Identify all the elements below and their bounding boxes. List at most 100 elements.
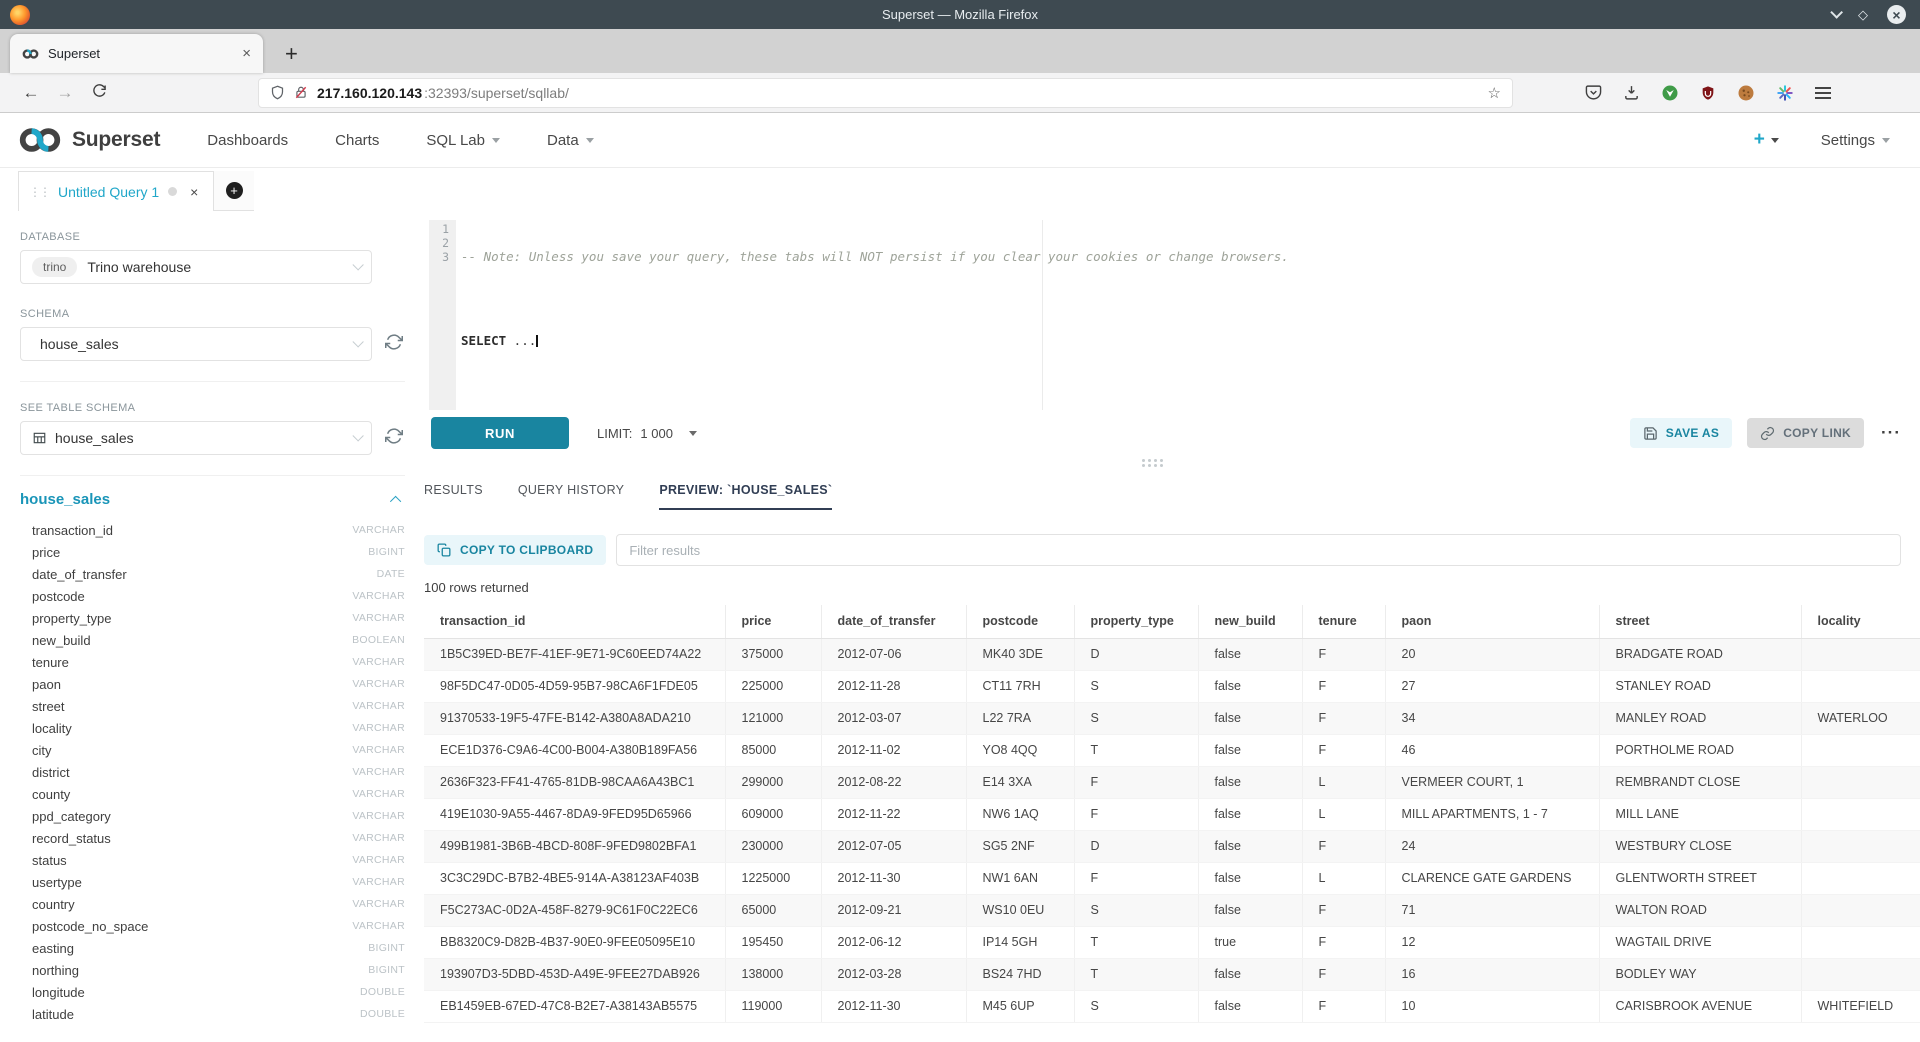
new-query-tab-button[interactable]: +: [214, 171, 254, 211]
table-row[interactable]: 91370533-19F5-47FE-B142-A380A8ADA210 121…: [424, 702, 1920, 734]
schema-column-row[interactable]: city VARCHAR: [20, 739, 405, 761]
table-row[interactable]: 3C3C29DC-B7B2-4BE5-914A-A38123AF403B 122…: [424, 862, 1920, 894]
table-header-cell[interactable]: postcode: [966, 605, 1074, 638]
query-tab-active[interactable]: ⋮⋮ Untitled Query 1 ×: [18, 171, 214, 211]
schema-column-row[interactable]: status VARCHAR: [20, 849, 405, 871]
window-minimize-button[interactable]: [1830, 6, 1843, 19]
table-row[interactable]: 1B5C39ED-BE7F-41EF-9E71-9C60EED74A22 375…: [424, 638, 1920, 670]
schema-column-row[interactable]: postcode_no_space VARCHAR: [20, 915, 405, 937]
extension-pinwheel-icon[interactable]: [1776, 84, 1794, 102]
drag-handle-icon[interactable]: ⋮⋮: [29, 185, 49, 199]
table-header-cell[interactable]: transaction_id: [424, 605, 725, 638]
download-icon[interactable]: [1623, 84, 1640, 101]
url-bar[interactable]: 217.160.120.143 :32393/superset/sqllab/ …: [258, 78, 1513, 108]
schema-column-row[interactable]: easting BIGINT: [20, 937, 405, 959]
sql-text: ...: [506, 333, 536, 348]
schema-column-row[interactable]: price BIGINT: [20, 541, 405, 563]
insecure-lock-icon[interactable]: [294, 85, 308, 100]
schema-column-row[interactable]: locality VARCHAR: [20, 717, 405, 739]
pane-resize-handle[interactable]: [1142, 459, 1145, 462]
sql-editor[interactable]: 1 2 3 -- Note: Unless you save your quer…: [429, 220, 1901, 410]
more-actions-button[interactable]: ···: [1881, 423, 1901, 443]
query-tab-close-icon[interactable]: ×: [190, 184, 198, 200]
back-button[interactable]: ←: [14, 83, 48, 103]
schema-column-row[interactable]: district VARCHAR: [20, 761, 405, 783]
schema-column-row[interactable]: ppd_category VARCHAR: [20, 805, 405, 827]
save-as-button[interactable]: SAVE AS: [1630, 418, 1732, 448]
cookie-icon[interactable]: [1737, 84, 1755, 102]
table-grid-icon: [32, 431, 47, 445]
table-row[interactable]: F5C273AC-0D2A-458F-8279-9C61F0C22EC6 650…: [424, 894, 1920, 926]
schema-column-row[interactable]: county VARCHAR: [20, 783, 405, 805]
privacy-badger-icon[interactable]: [1661, 84, 1679, 102]
table-header-cell[interactable]: tenure: [1302, 605, 1385, 638]
refresh-schemas-button[interactable]: [385, 333, 403, 356]
table-row[interactable]: 193907D3-5DBD-453D-A49E-9FEE27DAB926 138…: [424, 958, 1920, 990]
window-titlebar[interactable]: Superset — Mozilla Firefox ◇ ×: [0, 0, 1920, 29]
new-item-button[interactable]: +: [1754, 129, 1779, 151]
window-maximize-button[interactable]: ◇: [1858, 8, 1868, 21]
table-row[interactable]: 419E1030-9A55-4467-8DA9-9FED95D65966 609…: [424, 798, 1920, 830]
schema-column-row[interactable]: tenure VARCHAR: [20, 651, 405, 673]
nav-item-charts[interactable]: Charts: [335, 132, 379, 149]
window-close-button[interactable]: ×: [1887, 5, 1906, 24]
schema-column-row[interactable]: latitude DOUBLE: [20, 1003, 405, 1025]
forward-button[interactable]: →: [48, 83, 82, 103]
tab-results[interactable]: RESULTS: [424, 483, 483, 510]
table-row[interactable]: 2636F323-FF41-4765-81DB-98CAA6A43BC1 299…: [424, 766, 1920, 798]
schema-column-row[interactable]: transaction_id VARCHAR: [20, 519, 405, 541]
schema-column-row[interactable]: property_type VARCHAR: [20, 607, 405, 629]
schema-column-row[interactable]: street VARCHAR: [20, 695, 405, 717]
table-header-cell[interactable]: new_build: [1198, 605, 1302, 638]
run-button[interactable]: RUN: [431, 417, 569, 449]
new-browser-tab-button[interactable]: +: [285, 43, 298, 65]
cell-date-of-transfer: 2012-09-21: [821, 894, 966, 926]
menu-hamburger-icon[interactable]: [1815, 87, 1831, 89]
editor-code[interactable]: -- Note: Unless you save your query, the…: [456, 220, 1901, 410]
bookmark-star-icon[interactable]: ☆: [1488, 84, 1501, 102]
schema-column-row[interactable]: northing BIGINT: [20, 959, 405, 981]
schema-column-row[interactable]: longitude DOUBLE: [20, 981, 405, 1003]
table-header-cell[interactable]: paon: [1385, 605, 1599, 638]
table-row[interactable]: ECE1D376-C9A6-4C00-B004-A380B189FA56 850…: [424, 734, 1920, 766]
tab-query-history[interactable]: QUERY HISTORY: [518, 483, 624, 510]
limit-dropdown[interactable]: LIMIT: 1 000: [597, 426, 697, 441]
table-row[interactable]: BB8320C9-D82B-4B37-90E0-9FEE05095E10 195…: [424, 926, 1920, 958]
table-select[interactable]: house_sales: [20, 421, 372, 455]
reload-button[interactable]: [82, 83, 116, 103]
results-table-container[interactable]: transaction_idpricedate_of_transferpostc…: [424, 605, 1920, 1042]
schema-column-row[interactable]: date_of_transfer DATE: [20, 563, 405, 585]
refresh-tables-button[interactable]: [385, 427, 403, 450]
tab-close-icon[interactable]: ×: [242, 45, 251, 62]
shield-permissions-icon[interactable]: [270, 85, 285, 100]
table-row[interactable]: 98F5DC47-0D05-4D59-95B7-98CA6F1FDE05 225…: [424, 670, 1920, 702]
schema-column-row[interactable]: record_status VARCHAR: [20, 827, 405, 849]
schema-column-row[interactable]: postcode VARCHAR: [20, 585, 405, 607]
schema-column-row[interactable]: usertype VARCHAR: [20, 871, 405, 893]
browser-tab[interactable]: Superset ×: [10, 34, 263, 73]
ublock-icon[interactable]: [1700, 84, 1716, 102]
copy-link-button[interactable]: COPY LINK: [1747, 418, 1864, 448]
database-select[interactable]: trino Trino warehouse: [20, 250, 372, 284]
schema-column-row[interactable]: new_build BOOLEAN: [20, 629, 405, 651]
table-header-cell[interactable]: locality: [1801, 605, 1920, 638]
table-header-cell[interactable]: date_of_transfer: [821, 605, 966, 638]
settings-menu[interactable]: Settings: [1821, 132, 1890, 149]
schema-select[interactable]: house_sales: [20, 327, 372, 361]
filter-results-input[interactable]: [616, 534, 1901, 566]
nav-item-dashboards[interactable]: Dashboards: [207, 132, 288, 149]
schema-column-row[interactable]: paon VARCHAR: [20, 673, 405, 695]
table-header-cell[interactable]: street: [1599, 605, 1801, 638]
superset-logo[interactable]: Superset: [18, 125, 160, 155]
tab-preview-house-sales[interactable]: PREVIEW: `HOUSE_SALES`: [659, 483, 832, 510]
pocket-icon[interactable]: [1585, 84, 1602, 101]
collapse-chevron-up-icon[interactable]: [390, 495, 401, 506]
table-header-cell[interactable]: property_type: [1074, 605, 1198, 638]
table-header-cell[interactable]: price: [725, 605, 821, 638]
schema-column-row[interactable]: country VARCHAR: [20, 893, 405, 915]
table-row[interactable]: 499B1981-3B6B-4BCD-808F-9FED9802BFA1 230…: [424, 830, 1920, 862]
nav-item-data[interactable]: Data: [547, 132, 594, 149]
copy-to-clipboard-button[interactable]: COPY TO CLIPBOARD: [424, 535, 606, 565]
table-row[interactable]: EB1459EB-67ED-47C8-B2E7-A38143AB5575 119…: [424, 990, 1920, 1022]
nav-item-sql-lab[interactable]: SQL Lab: [426, 132, 500, 149]
